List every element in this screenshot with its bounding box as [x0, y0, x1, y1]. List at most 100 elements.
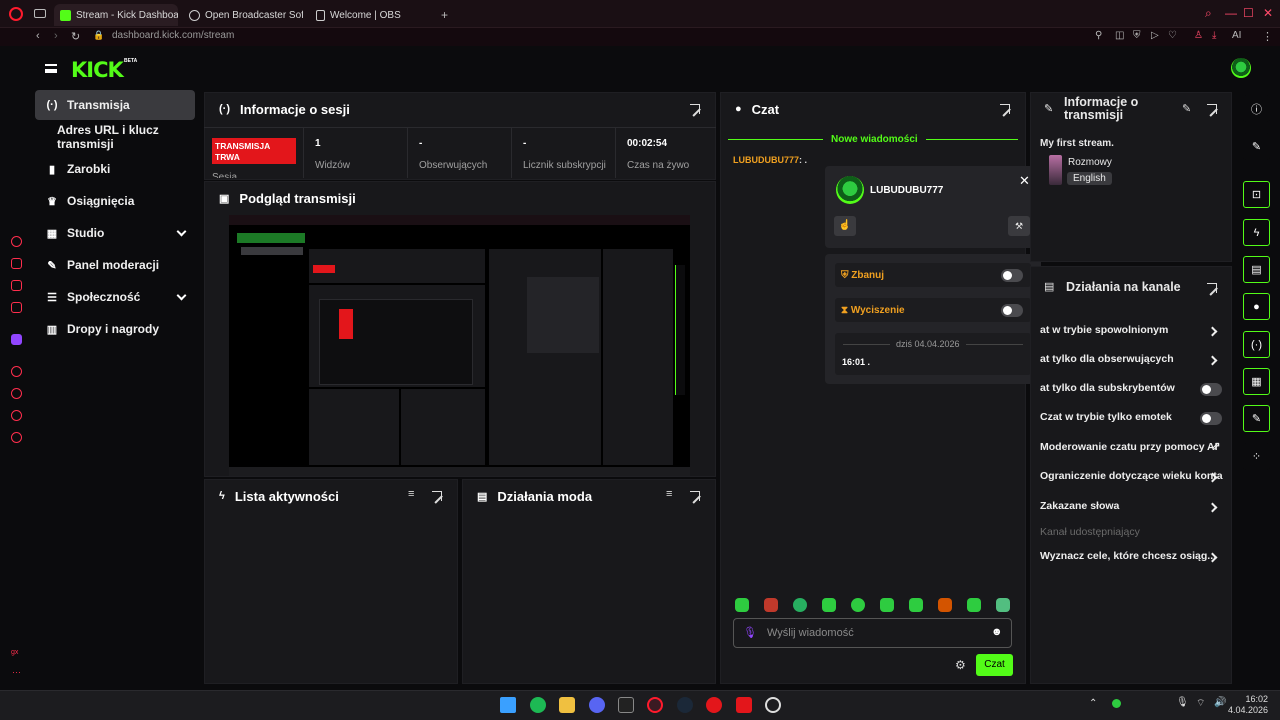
microphone-icon[interactable]: 🎙	[743, 626, 757, 639]
close-window-icon[interactable]: ✕	[1263, 6, 1273, 20]
nav-item-zarobki[interactable]: ▮ Zarobki	[35, 154, 195, 184]
obs-icon[interactable]	[765, 697, 781, 713]
action-goals[interactable]: Wyznacz cele, które chcesz osiąg...	[1040, 550, 1230, 570]
nav-item-stream-url-key[interactable]: Adres URL i klucz transmisji	[35, 122, 195, 152]
edit-icon[interactable]: ✎	[1243, 133, 1270, 160]
sidebar-aria-icon[interactable]	[11, 236, 22, 247]
windows-start-icon[interactable]	[500, 697, 516, 713]
sidebar-ext-icon[interactable]	[11, 258, 22, 269]
expand-icon[interactable]	[1207, 283, 1217, 293]
edit-pencil-icon[interactable]: ✎	[1182, 102, 1191, 115]
user-card-username[interactable]: LUBUDUBU777	[870, 185, 943, 196]
expand-icon[interactable]	[1000, 104, 1010, 114]
rail-more-icon[interactable]: ⁘	[1243, 443, 1270, 470]
sidebar-gx-icon[interactable]: gx	[11, 649, 18, 656]
emote-icon[interactable]	[967, 598, 981, 612]
tray-app-icon[interactable]	[1112, 699, 1121, 708]
action-banned-words[interactable]: Zakazane słowa	[1040, 500, 1230, 520]
filter-icon[interactable]: ≡	[666, 488, 672, 500]
user-avatar[interactable]	[1231, 58, 1251, 78]
filter-icon[interactable]: ≡	[408, 488, 414, 500]
hamburger-menu-icon[interactable]	[45, 64, 57, 73]
info-icon[interactable]: ⓘ	[1243, 95, 1270, 122]
tab-kick-dashboard[interactable]: Stream - Kick Dashboard	[54, 4, 178, 26]
expand-icon[interactable]	[1207, 104, 1217, 114]
rail-lightning-icon[interactable]: ϟ	[1243, 219, 1270, 246]
rail-wrench-icon[interactable]: ✎	[1243, 405, 1270, 432]
chat-message-user[interactable]: LUBUDUBU777	[733, 155, 799, 165]
timeout-toggle[interactable]	[1001, 304, 1023, 317]
send-chat-button[interactable]: Czat	[976, 654, 1013, 676]
emoji-icon[interactable]: ☻	[991, 626, 1003, 638]
close-icon[interactable]: ✕	[1019, 173, 1030, 189]
rail-broadcast-icon[interactable]: (·)	[1243, 331, 1270, 358]
heart-icon[interactable]: ♡	[1168, 30, 1177, 41]
bookmark-icon[interactable]: ⚲	[1095, 30, 1102, 41]
tray-clock[interactable]: 16:02 4.04.2026	[1228, 694, 1268, 716]
media-player-icon[interactable]	[706, 697, 722, 713]
back-icon[interactable]: ‹	[36, 30, 40, 42]
emote-icon[interactable]	[851, 598, 865, 612]
nav-item-dropy[interactable]: ▥ Dropy i nagrody	[35, 314, 195, 344]
emote-icon[interactable]	[764, 598, 778, 612]
emote-icon[interactable]	[938, 598, 952, 612]
minimize-icon[interactable]: —	[1225, 6, 1237, 20]
mod-tools-button[interactable]: ⚒	[1008, 216, 1030, 236]
tab-overview-icon[interactable]	[34, 9, 46, 18]
tab-welcome-obs[interactable]: Welcome | OBS	[310, 4, 430, 26]
action-slow-mode[interactable]: at w trybie spowolnionym	[1040, 324, 1230, 344]
sidebar-history-icon[interactable]	[11, 388, 22, 399]
emote-icon[interactable]	[735, 598, 749, 612]
shield-icon[interactable]: ⛨	[1133, 30, 1141, 41]
opera-logo-icon[interactable]	[9, 7, 23, 21]
tab-obs[interactable]: Open Broadcaster Softw...	[183, 4, 303, 26]
tray-network-icon[interactable]: ⌔	[1196, 697, 1205, 710]
kick-logo[interactable]: KICK	[71, 58, 124, 82]
sidebar-messenger-icon[interactable]	[11, 280, 22, 291]
sidebar-settings-icon[interactable]	[11, 432, 22, 443]
profile-icon[interactable]: ♙	[1194, 30, 1203, 41]
nav-item-osiagniecia[interactable]: ♛ Osiągnięcia	[35, 186, 195, 216]
maximize-icon[interactable]: ☐	[1243, 6, 1254, 20]
emote-icon[interactable]	[880, 598, 894, 612]
rail-chat-icon[interactable]: ●	[1243, 293, 1270, 320]
snapshot-icon[interactable]: ◫	[1115, 30, 1124, 41]
nav-item-studio[interactable]: ▦ Studio	[35, 218, 195, 248]
action-followers-only[interactable]: at tylko dla obserwujących	[1040, 353, 1230, 373]
forward-icon[interactable]: ›	[54, 30, 58, 42]
emote-icon[interactable]	[793, 598, 807, 612]
expand-icon[interactable]	[690, 491, 700, 501]
sidebar-more-icon[interactable]: ···	[12, 667, 21, 677]
menu-icon[interactable]: ⋮	[1262, 30, 1273, 43]
url-field[interactable]: dashboard.kick.com/stream	[112, 30, 234, 41]
reload-icon[interactable]: ↻	[71, 30, 80, 43]
stream-preview-video[interactable]	[229, 215, 690, 476]
emote-icon[interactable]	[996, 598, 1010, 612]
file-explorer-icon[interactable]	[559, 697, 575, 713]
sidebar-extensions-icon[interactable]	[11, 410, 22, 421]
action-ai-moderation[interactable]: Moderowanie czatu przy pomocy AI ⇗	[1040, 441, 1230, 461]
tray-mic-icon[interactable]: 🎙	[1176, 697, 1189, 708]
sidebar-player-icon[interactable]	[11, 366, 22, 377]
epic-games-icon[interactable]	[618, 697, 634, 713]
streaming-app-icon[interactable]	[736, 697, 752, 713]
opera-gx-icon[interactable]	[647, 697, 663, 713]
aria-ai-button[interactable]: AI	[1232, 30, 1241, 41]
new-tab-icon[interactable]: +	[441, 8, 448, 22]
subscribers-only-toggle[interactable]	[1200, 383, 1222, 396]
sidebar-mail-icon[interactable]	[11, 302, 22, 313]
settings-gear-icon[interactable]: ⚙	[955, 658, 966, 672]
nav-item-spolecznosc[interactable]: ☰ Społeczność	[35, 282, 195, 312]
sidebar-twitch-icon[interactable]	[11, 334, 22, 345]
ban-toggle[interactable]	[1001, 269, 1023, 282]
spotify-icon[interactable]	[530, 697, 546, 713]
expand-icon[interactable]	[432, 491, 442, 501]
action-account-age[interactable]: Ograniczenie dotyczące wieku konta	[1040, 470, 1230, 490]
rail-layout-icon[interactable]: ▦	[1243, 368, 1270, 395]
download-icon[interactable]: ⤓	[1212, 30, 1216, 41]
tray-chevron-icon[interactable]: ⌃	[1089, 698, 1097, 709]
nav-item-transmisja[interactable]: (·) Transmisja	[35, 90, 195, 120]
rail-focus-icon[interactable]: ⊡	[1243, 181, 1270, 208]
rail-document-icon[interactable]: ▤	[1243, 256, 1270, 283]
emote-icon[interactable]	[822, 598, 836, 612]
